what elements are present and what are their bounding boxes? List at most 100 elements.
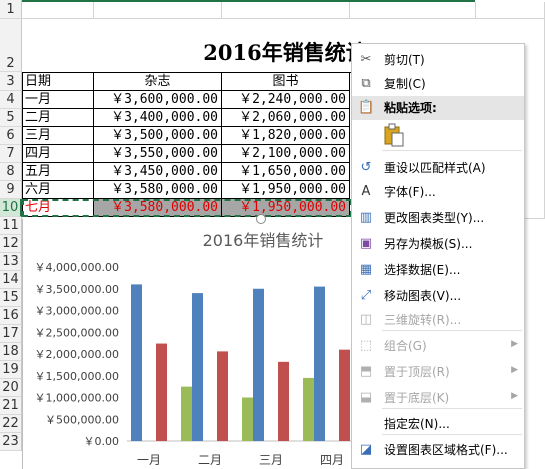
row-header-1[interactable]: 1 bbox=[0, 0, 22, 19]
y-tick-label: ￥3,000,000.00 bbox=[35, 305, 119, 318]
bar[interactable] bbox=[181, 386, 192, 441]
cell-month[interactable]: 七月 bbox=[22, 199, 94, 217]
menu-item-label: 设置图表区域格式(F)... bbox=[384, 443, 508, 457]
bar[interactable] bbox=[278, 361, 289, 441]
cell-book[interactable]: ￥1,950,000.00 bbox=[222, 199, 350, 217]
row-header-17[interactable]: 17 bbox=[0, 325, 22, 343]
bar[interactable] bbox=[156, 343, 167, 441]
cell-book[interactable]: ￥2,060,000.00 bbox=[222, 109, 350, 127]
menu-item-label: 复制(C) bbox=[384, 77, 426, 91]
y-tick-label: ￥3,500,000.00 bbox=[35, 283, 119, 296]
menu-item-label: 重设以匹配样式(A) bbox=[384, 161, 486, 175]
bar[interactable] bbox=[339, 349, 350, 441]
cell-book[interactable]: ￥2,100,000.00 bbox=[222, 145, 350, 163]
chart-area[interactable]: 2016年销售统计 ￥4,000,000.00 ￥3,500,000.00 ￥3,0… bbox=[22, 219, 353, 469]
menu-item-copy[interactable]: ⧉ 复制(C) bbox=[352, 72, 524, 96]
row-header-16[interactable]: 16 bbox=[0, 307, 22, 325]
row-header-12[interactable]: 12 bbox=[0, 235, 22, 253]
menu-item-label: 置于顶层(R) bbox=[384, 365, 450, 379]
cell-month[interactable]: 三月 bbox=[22, 127, 94, 145]
row-header-10[interactable]: 10 bbox=[0, 199, 22, 217]
row-header-8[interactable]: 8 bbox=[0, 163, 22, 181]
cell-magazine[interactable]: ￥3,550,000.00 bbox=[94, 145, 222, 163]
grid-cell[interactable] bbox=[222, 2, 350, 19]
menu-item-paste[interactable]: 📋 粘贴选项: bbox=[352, 96, 524, 120]
paste-option-button[interactable] bbox=[382, 122, 406, 148]
menu-item-select-data[interactable]: ▦ 选择数据(E)... bbox=[352, 258, 524, 282]
menu-item-format-chart-area[interactable]: ◪ 设置图表区域格式(F)... bbox=[352, 438, 524, 462]
grid-cell[interactable] bbox=[476, 2, 545, 19]
chart-resize-handle[interactable] bbox=[256, 214, 266, 224]
grid-cell[interactable] bbox=[350, 2, 476, 19]
bar[interactable] bbox=[242, 397, 253, 442]
menu-item-macro[interactable]: 指定宏(N)... bbox=[352, 412, 524, 436]
row-header-6[interactable]: 6 bbox=[0, 127, 22, 145]
cell-month[interactable]: 一月 bbox=[22, 91, 94, 109]
font-icon: A bbox=[361, 184, 371, 199]
menu-item-reset-style[interactable]: ↺ 重设以匹配样式(A) bbox=[352, 156, 524, 180]
x-tick-label: 二月 bbox=[198, 453, 222, 467]
cell-magazine[interactable]: ￥3,500,000.00 bbox=[94, 127, 222, 145]
menu-item-font[interactable]: A 字体(F)... bbox=[352, 180, 524, 204]
cell-month[interactable]: 四月 bbox=[22, 145, 94, 163]
submenu-arrow-icon: ▶ bbox=[511, 391, 518, 401]
select-data-icon: ▦ bbox=[359, 262, 373, 277]
cell-month[interactable]: 五月 bbox=[22, 163, 94, 181]
cell-book[interactable]: ￥1,820,000.00 bbox=[222, 127, 350, 145]
grid-cell[interactable] bbox=[22, 2, 94, 19]
row-header-18[interactable]: 18 bbox=[0, 343, 22, 361]
y-tick-label: ￥1,000,000.00 bbox=[35, 392, 119, 405]
row-header-22[interactable]: 22 bbox=[0, 415, 22, 433]
menu-separator bbox=[382, 330, 522, 331]
cell-magazine[interactable]: ￥3,600,000.00 bbox=[94, 91, 222, 109]
bar[interactable] bbox=[131, 284, 142, 441]
row-header-21[interactable]: 21 bbox=[0, 397, 22, 415]
row-header-19[interactable]: 19 bbox=[0, 361, 22, 379]
cell-magazine[interactable]: ￥3,450,000.00 bbox=[94, 163, 222, 181]
menu-item-scissors[interactable]: ✂ 剪切(T) bbox=[352, 48, 524, 72]
cell-magazine[interactable]: ￥3,580,000.00 bbox=[94, 199, 222, 217]
menu-item-label: 指定宏(N)... bbox=[384, 417, 450, 431]
row-header-2[interactable]: 2 bbox=[0, 19, 22, 72]
row-header-9[interactable]: 9 bbox=[0, 181, 22, 199]
cell-month[interactable]: 六月 bbox=[22, 181, 94, 199]
row-header-20[interactable]: 20 bbox=[0, 379, 22, 397]
x-tick-label: 三月 bbox=[259, 453, 283, 467]
row-header-15[interactable]: 15 bbox=[0, 289, 22, 307]
menu-separator bbox=[382, 408, 522, 409]
menu-item-save-template[interactable]: ▣ 另存为模板(S)... bbox=[352, 232, 524, 256]
menu-item-bring-front: ⬒ 置于顶层(R) ▶ bbox=[352, 360, 524, 384]
cell-book[interactable]: ￥1,950,000.00 bbox=[222, 181, 350, 199]
y-tick-label: ￥2,500,000.00 bbox=[35, 326, 119, 339]
bar[interactable] bbox=[217, 351, 228, 441]
send-back-icon: ⬓ bbox=[359, 390, 373, 405]
cell-magazine[interactable]: ￥3,580,000.00 bbox=[94, 181, 222, 199]
row-header-3[interactable]: 3 bbox=[0, 72, 22, 91]
cell-book[interactable]: ￥1,650,000.00 bbox=[222, 163, 350, 181]
cell-month[interactable]: 二月 bbox=[22, 109, 94, 127]
row-header-7[interactable]: 7 bbox=[0, 145, 22, 163]
header-book[interactable]: 图书 bbox=[222, 73, 350, 91]
y-tick-label: ￥0.00 bbox=[84, 435, 120, 448]
row-header-11[interactable]: 11 bbox=[0, 217, 22, 235]
bar[interactable] bbox=[314, 286, 325, 441]
scissors-icon: ✂ bbox=[360, 52, 372, 67]
cell-book[interactable]: ￥2,240,000.00 bbox=[222, 91, 350, 109]
y-tick-label: ￥500,000.00 bbox=[45, 413, 119, 426]
header-date[interactable]: 日期 bbox=[22, 73, 94, 91]
grid-cell[interactable] bbox=[94, 2, 222, 19]
save-template-icon: ▣ bbox=[359, 236, 373, 251]
bar[interactable] bbox=[192, 293, 203, 441]
menu-item-chart-type[interactable]: ▥ 更改图表类型(Y)... bbox=[352, 206, 524, 230]
row-header-23[interactable]: 23 bbox=[0, 433, 22, 451]
bar[interactable] bbox=[253, 288, 264, 441]
row-header-4[interactable]: 4 bbox=[0, 91, 22, 109]
row-header-5[interactable]: 5 bbox=[0, 109, 22, 127]
row-header-13[interactable]: 13 bbox=[0, 253, 22, 271]
y-tick-label: ￥1,500,000.00 bbox=[35, 370, 119, 383]
bar[interactable] bbox=[303, 377, 314, 441]
cell-magazine[interactable]: ￥3,400,000.00 bbox=[94, 109, 222, 127]
menu-item-move-chart[interactable]: ⤢ 移动图表(V)... bbox=[352, 284, 524, 308]
row-header-14[interactable]: 14 bbox=[0, 271, 22, 289]
header-magazine[interactable]: 杂志 bbox=[94, 73, 222, 91]
